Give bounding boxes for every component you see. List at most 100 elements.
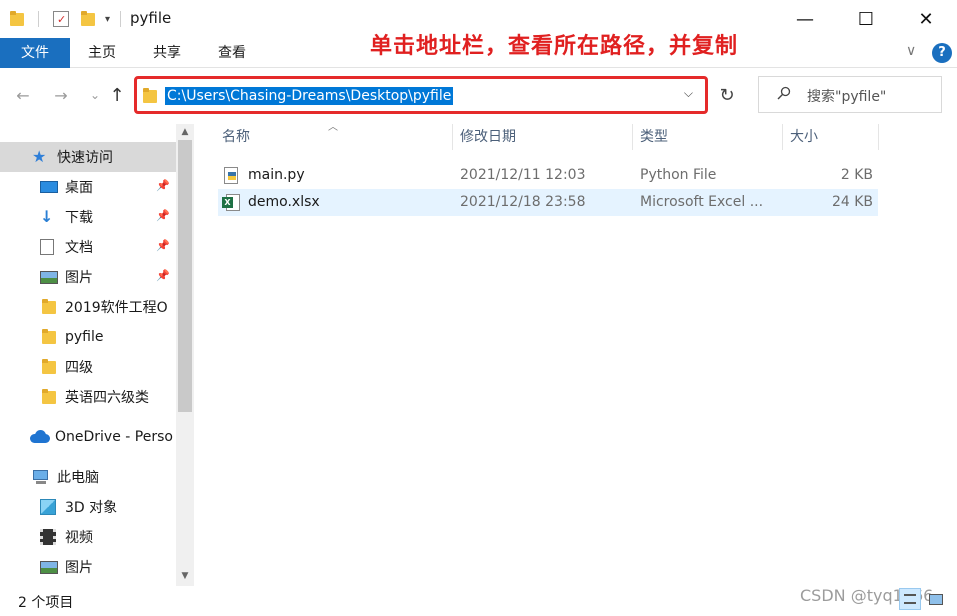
column-header-type[interactable]: 类型 [640, 124, 668, 150]
properties-icon[interactable]: ✓ [53, 11, 69, 27]
folder-icon [40, 359, 58, 375]
search-icon [777, 86, 791, 100]
folder-icon [10, 11, 24, 27]
video-icon [40, 529, 56, 545]
ribbon-collapse-icon[interactable]: ∨ [906, 43, 916, 59]
nav-item-label: 图片 [65, 270, 93, 286]
nav-item-label: 四级 [65, 360, 93, 376]
nav-item-folder-cet[interactable]: 英语四六级类 [0, 382, 176, 412]
desktop-icon [40, 181, 58, 193]
computer-icon [32, 469, 50, 485]
maximize-button[interactable]: ☐ [836, 0, 896, 38]
nav-item-videos[interactable]: 视频 [0, 522, 176, 552]
nav-item-pc-pictures[interactable]: 图片 [0, 552, 176, 582]
nav-scrollbar[interactable]: ▲ ▼ [176, 124, 194, 586]
nav-item-folder-pyfile[interactable]: pyfile [0, 322, 176, 352]
refresh-button[interactable]: ↻ [712, 76, 742, 114]
nav-item-quick-access[interactable]: ★ 快速访问 [0, 142, 176, 172]
pin-icon: 📌 [156, 269, 170, 282]
up-button[interactable]: ↑ [106, 84, 128, 106]
close-button[interactable]: ✕ [896, 0, 956, 38]
file-row[interactable]: main.py 2021/12/11 12:03 Python File 2 K… [218, 162, 878, 189]
annotation-text: 单击地址栏，查看所在路径，并复制 [370, 34, 739, 59]
pictures-icon [40, 560, 58, 574]
forward-button[interactable]: → [50, 84, 72, 106]
download-icon: ↓ [40, 207, 54, 226]
file-size: 24 KB [831, 194, 873, 210]
file-list: 名称 ︿ 修改日期 类型 大小 main.py 2021/12/11 12:03… [194, 122, 957, 586]
item-count: 2 个项目 [18, 595, 74, 611]
nav-item-onedrive[interactable]: OneDrive - Perso [0, 422, 176, 452]
navigation-pane: ★ 快速访问 桌面 📌 ↓ 下载 📌 文档 📌 图片 📌 2019软件工程O p… [0, 124, 194, 586]
excel-file-icon: X [222, 189, 242, 216]
file-modified: 2021/12/11 12:03 [460, 167, 586, 183]
nav-item-label: 此电脑 [57, 470, 99, 486]
nav-item-documents[interactable]: 文档 📌 [0, 232, 176, 262]
folder-icon [40, 329, 58, 345]
file-name: main.py [248, 167, 305, 183]
nav-item-folder-2019[interactable]: 2019软件工程O [0, 292, 176, 322]
large-icons-view-icon[interactable] [925, 588, 947, 610]
recent-locations-button[interactable]: ⌄ [84, 84, 106, 106]
nav-item-desktop[interactable]: 桌面 📌 [0, 172, 176, 202]
new-folder-icon[interactable] [81, 11, 95, 27]
folder-icon [40, 389, 58, 405]
tab-share[interactable]: 共享 [143, 38, 191, 68]
nav-item-label: 视频 [65, 530, 93, 546]
details-view-icon[interactable] [899, 588, 921, 610]
nav-item-pictures[interactable]: 图片 📌 [0, 262, 176, 292]
column-header-size[interactable]: 大小 [790, 124, 818, 150]
column-divider[interactable] [878, 124, 879, 150]
pin-icon: 📌 [156, 179, 170, 192]
pin-icon: 📌 [156, 209, 170, 222]
document-icon [40, 239, 54, 255]
column-divider[interactable] [632, 124, 633, 150]
column-header-name[interactable]: 名称 [222, 124, 250, 150]
column-divider[interactable] [452, 124, 453, 150]
nav-item-label: 桌面 [65, 180, 93, 196]
tab-view[interactable]: 查看 [208, 38, 256, 68]
column-divider[interactable] [782, 124, 783, 150]
column-header-modified[interactable]: 修改日期 [460, 124, 516, 150]
file-modified: 2021/12/18 23:58 [460, 194, 586, 210]
nav-item-label: 快速访问 [57, 150, 113, 166]
onedrive-icon [30, 429, 50, 445]
pin-icon: 📌 [156, 239, 170, 252]
scroll-up-icon[interactable]: ▲ [176, 124, 194, 140]
tab-home[interactable]: 主页 [78, 38, 126, 68]
scroll-down-icon[interactable]: ▼ [176, 568, 194, 584]
customize-toolbar-icon[interactable]: ▾ [105, 14, 110, 25]
search-placeholder: 搜索"pyfile" [807, 89, 887, 105]
toolbar-divider [38, 11, 39, 27]
minimize-button[interactable]: — [775, 0, 835, 38]
tab-file[interactable]: 文件 [0, 38, 70, 68]
nav-item-label: 图片 [65, 560, 93, 576]
quick-access-toolbar: ✓ ▾ [10, 9, 122, 29]
nav-item-label: 文档 [65, 240, 93, 256]
nav-item-label: 英语四六级类 [65, 390, 149, 406]
scrollbar-thumb[interactable] [178, 140, 192, 412]
sort-ascending-icon: ︿ [328, 122, 338, 133]
help-icon[interactable]: ? [932, 43, 952, 63]
back-button[interactable]: ← [12, 84, 34, 106]
star-icon: ★ [32, 147, 47, 166]
window-title: pyfile [130, 9, 172, 27]
file-row[interactable]: X demo.xlsx 2021/12/18 23:58 Microsoft E… [218, 189, 878, 216]
nav-item-label: pyfile [65, 329, 104, 345]
address-dropdown-icon[interactable]: ⌵ [684, 86, 693, 101]
nav-item-folder-cet4[interactable]: 四级 [0, 352, 176, 382]
folder-icon [143, 88, 157, 104]
toolbar-divider [120, 11, 122, 27]
folder-icon [40, 299, 58, 315]
address-path[interactable]: C:\Users\Chasing-Dreams\Desktop\pyfile [165, 87, 454, 105]
nav-item-3d-objects[interactable]: 3D 对象 [0, 492, 176, 522]
3d-objects-icon [40, 499, 56, 515]
address-row: ← → ⌄ ↑ C:\Users\Chasing-Dreams\Desktop\… [0, 68, 957, 124]
nav-item-label: 下载 [65, 210, 93, 226]
nav-item-label: OneDrive - Perso [55, 429, 173, 445]
nav-item-downloads[interactable]: ↓ 下载 📌 [0, 202, 176, 232]
nav-item-this-pc[interactable]: 此电脑 [0, 462, 176, 492]
search-input[interactable]: 搜索"pyfile" [758, 76, 942, 113]
address-bar[interactable]: C:\Users\Chasing-Dreams\Desktop\pyfile ⌵ [134, 76, 708, 114]
nav-item-label: 2019软件工程O [65, 300, 168, 316]
